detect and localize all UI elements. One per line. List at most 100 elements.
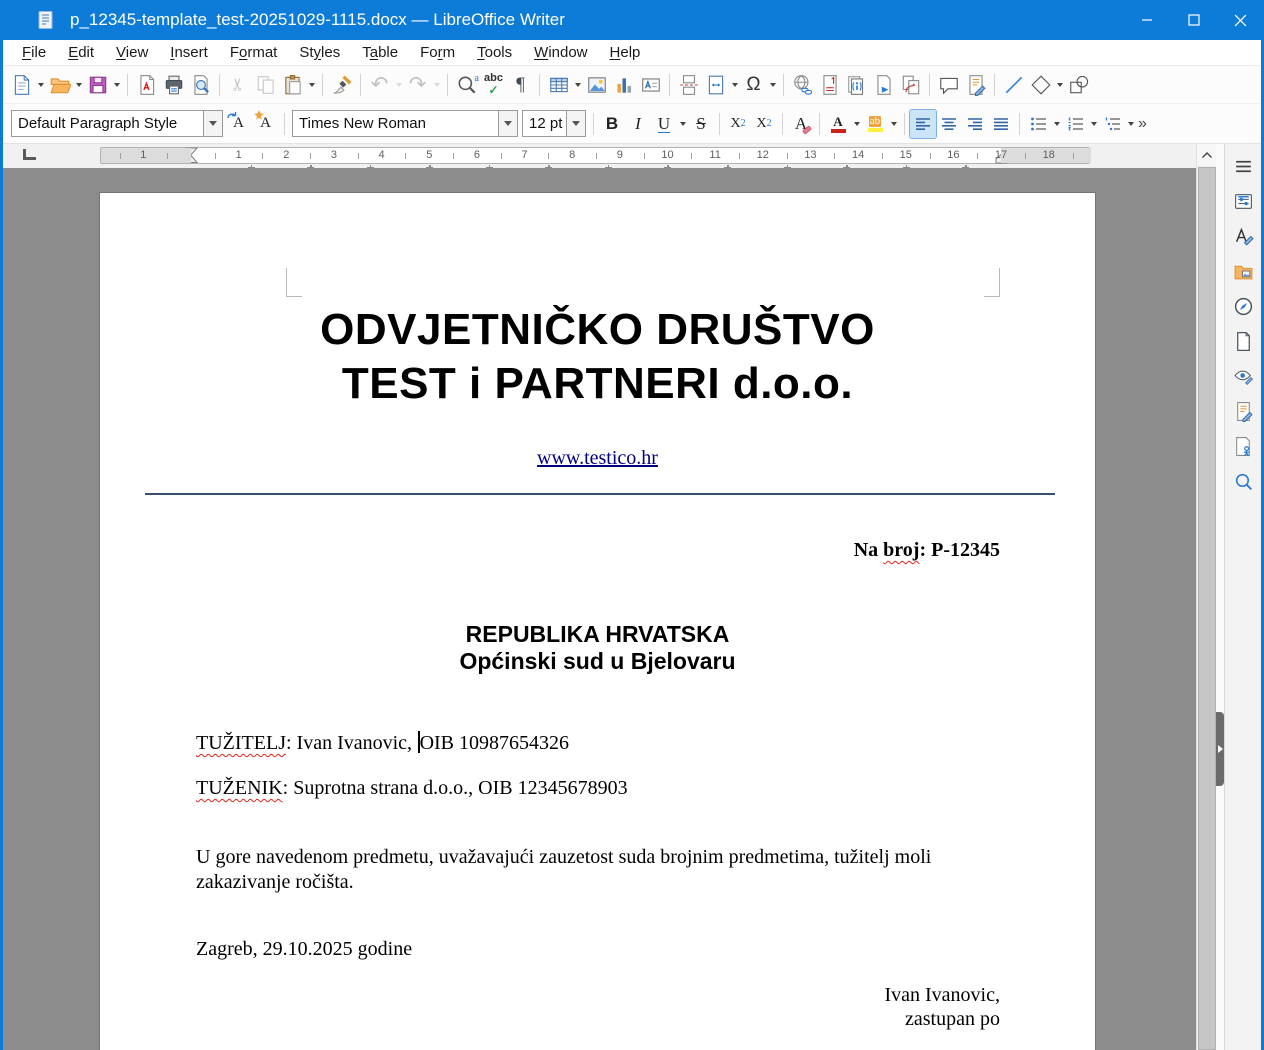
insert-field-button[interactable] (702, 71, 729, 99)
dropdown-caret[interactable] (677, 110, 688, 138)
menu-insert[interactable]: Insert (159, 40, 219, 65)
date-line[interactable]: Zagreb, 29.10.2025 godine (196, 938, 412, 961)
highlight-color-button[interactable]: ab (862, 110, 888, 138)
letterhead-firm-name[interactable]: ODVJETNIČKO DRUŠTVO TEST i PARTNERI d.o.… (100, 303, 1095, 411)
dropdown-caret[interactable] (572, 71, 583, 99)
body-line1[interactable]: U gore navedenom predmetu, uvažavajući z… (196, 845, 956, 870)
unordered-list-button[interactable] (1025, 110, 1051, 138)
clone-formatting-button[interactable] (328, 71, 355, 99)
subscript-button[interactable]: X2 (751, 110, 777, 138)
menu-edit[interactable]: Edit (57, 40, 105, 65)
spelling-button[interactable]: abc✓ (480, 71, 507, 99)
insert-endnote-button[interactable] (843, 71, 870, 99)
font-name-combo[interactable]: Times New Roman (292, 110, 518, 137)
dropdown-caret[interactable] (111, 71, 122, 99)
basic-shapes-button[interactable] (1027, 71, 1054, 99)
court-heading[interactable]: REPUBLIKA HRVATSKA Općinski sud u Bjelov… (100, 621, 1095, 675)
dropdown-caret[interactable] (35, 71, 46, 99)
horizontal-ruler[interactable]: 1234567891011121314151617181 (100, 147, 1090, 164)
tab-stop-type-selector[interactable] (23, 149, 36, 160)
ordered-list-button[interactable] (1062, 110, 1088, 138)
find-replace-button[interactable]: a (453, 71, 480, 99)
maximize-button[interactable] (1170, 0, 1217, 40)
menu-table[interactable]: Table (351, 40, 409, 65)
case-reference-line[interactable]: Na broj: P-12345 (854, 539, 1000, 562)
formatting-marks-button[interactable]: ¶ (507, 71, 534, 99)
insert-hyperlink-button[interactable] (789, 71, 816, 99)
sidebar-settings-button[interactable] (1229, 152, 1257, 180)
insert-cross-reference-button[interactable] (897, 71, 924, 99)
menu-form[interactable]: Form (409, 40, 466, 65)
sidebar-accessibility-check-button[interactable] (1229, 432, 1257, 460)
menu-view[interactable]: View (105, 40, 159, 65)
export-pdf-button[interactable] (133, 71, 160, 99)
show-draw-functions-button[interactable] (1065, 71, 1092, 99)
superscript-button[interactable]: X2 (725, 110, 751, 138)
paste-button[interactable] (279, 71, 306, 99)
signature-line2[interactable]: zastupan po (884, 1007, 1000, 1031)
minimize-button[interactable] (1123, 0, 1170, 40)
font-size-value[interactable]: 12 pt (523, 111, 566, 136)
court-line1[interactable]: REPUBLIKA HRVATSKA (100, 621, 1095, 648)
insert-bookmark-button[interactable] (870, 71, 897, 99)
sidebar-navigator-button[interactable] (1229, 292, 1257, 320)
sidebar-manage-changes-button[interactable] (1229, 397, 1257, 425)
vertical-scrollbar[interactable] (1196, 144, 1216, 1050)
body-paragraph[interactable]: U gore navedenom predmetu, uvažavajući z… (196, 845, 956, 894)
paragraph-style-combo[interactable]: Default Paragraph Style (11, 110, 223, 137)
body-line2[interactable]: zakazivanje ročišta. (196, 870, 956, 895)
menu-format[interactable]: Format (219, 40, 289, 65)
font-name-value[interactable]: Times New Roman (293, 111, 498, 136)
dropdown-caret[interactable] (1088, 110, 1099, 138)
court-line2[interactable]: Općinski sud u Bjelovaru (100, 648, 1095, 675)
dropdown-caret[interactable] (767, 71, 778, 99)
sidebar-find-button[interactable] (1229, 467, 1257, 495)
dropdown-caret[interactable] (1054, 71, 1065, 99)
website-link[interactable]: www.testico.hr (537, 447, 658, 469)
sidebar-page-button[interactable] (1229, 327, 1257, 355)
paragraph-style-value[interactable]: Default Paragraph Style (12, 111, 203, 136)
insert-footnote-button[interactable] (816, 71, 843, 99)
sidebar-gallery-button[interactable] (1229, 257, 1257, 285)
font-size-dropdown[interactable] (566, 111, 585, 136)
insert-textbox-button[interactable] (637, 71, 664, 99)
menu-tools[interactable]: Tools (466, 40, 523, 65)
firm-name-line1[interactable]: ODVJETNIČKO DRUŠTVO (100, 303, 1095, 357)
open-button[interactable] (46, 71, 73, 99)
outline-list-button[interactable] (1099, 110, 1125, 138)
defendant-line[interactable]: TUŽENIK: Suprotna strana d.o.o., OIB 123… (196, 777, 628, 800)
firm-name-line2[interactable]: TEST i PARTNERI d.o.o. (100, 357, 1095, 411)
new-style-button[interactable]: A (252, 110, 279, 138)
insert-comment-button[interactable] (935, 71, 962, 99)
track-changes-button[interactable] (962, 71, 989, 99)
insert-line-button[interactable] (1000, 71, 1027, 99)
align-left-button[interactable] (910, 110, 936, 138)
plaintiff-line[interactable]: TUŽITELJ: Ivan Ivanovic, OIB 10987654326 (196, 731, 569, 755)
sidebar-properties-button[interactable] (1229, 187, 1257, 215)
print-preview-button[interactable] (187, 71, 214, 99)
justify-button[interactable] (988, 110, 1014, 138)
title-bar[interactable]: p_12345-template_test-20251029-1115.docx… (0, 0, 1264, 40)
dropdown-caret[interactable] (73, 71, 84, 99)
bold-button[interactable]: B (599, 110, 625, 138)
new-document-button[interactable] (8, 71, 35, 99)
special-character-button[interactable]: Ω (740, 71, 767, 99)
dropdown-caret[interactable] (729, 71, 740, 99)
italic-button[interactable]: I (625, 110, 651, 138)
scroll-up-button[interactable] (1197, 144, 1217, 166)
menu-help[interactable]: Help (599, 40, 652, 65)
font-size-combo[interactable]: 12 pt (522, 110, 586, 137)
sidebar-hide-grip[interactable] (1216, 712, 1224, 786)
menu-window[interactable]: Window (523, 40, 598, 65)
insert-image-button[interactable] (583, 71, 610, 99)
sidebar-styles-button[interactable] (1229, 222, 1257, 250)
paragraph-style-dropdown[interactable] (203, 111, 222, 136)
dropdown-caret[interactable] (306, 71, 317, 99)
signature-block[interactable]: Ivan Ivanovic, zastupan po (884, 983, 1000, 1031)
menu-file[interactable]: File (11, 40, 57, 65)
scrollbar-thumb[interactable] (1198, 167, 1216, 1050)
insert-page-break-button[interactable] (675, 71, 702, 99)
dropdown-caret[interactable] (851, 110, 862, 138)
document-page[interactable]: ODVJETNIČKO DRUŠTVO TEST i PARTNERI d.o.… (100, 193, 1095, 1050)
sidebar-style-inspector-button[interactable] (1229, 362, 1257, 390)
